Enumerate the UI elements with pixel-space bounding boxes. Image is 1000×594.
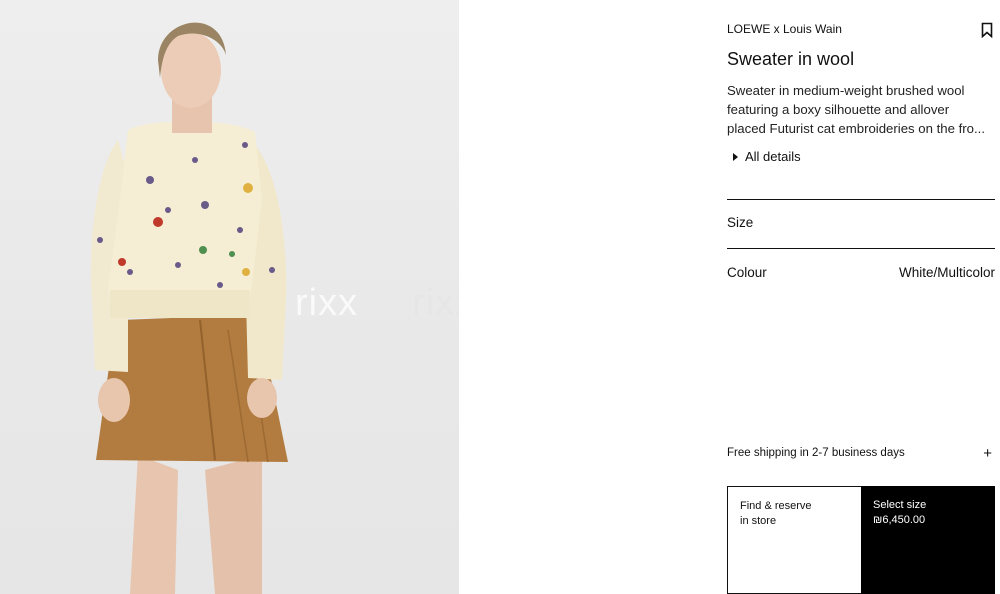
brand-label: LOEWE x Louis Wain (727, 22, 842, 36)
model-illustration (90, 22, 288, 594)
find-reserve-line1: Find & reserve (740, 500, 812, 512)
divider (727, 199, 995, 200)
all-details-toggle[interactable]: All details (733, 149, 801, 164)
watermark-text: rixx (295, 282, 359, 324)
select-size-button[interactable]: Select size ₪6,450.00 (861, 486, 995, 594)
plus-icon: + (983, 444, 992, 462)
description-line: Sweater in medium-weight brushed wool (727, 83, 965, 98)
cta-group: Find & reserve in store Select size ₪6,4… (727, 486, 995, 594)
size-label: Size (727, 215, 754, 230)
select-size-label: Select size (873, 499, 927, 511)
all-details-label: All details (745, 149, 801, 164)
divider (727, 248, 995, 249)
description-line: featuring a boxy silhouette and allover (727, 102, 950, 117)
watermark-text: rixx (412, 282, 459, 324)
colour-label: Colour (727, 265, 767, 280)
shipping-info-toggle[interactable]: Free shipping in 2-7 business days + (727, 444, 995, 462)
product-info-panel: LOEWE x Louis Wain Sweater in wool Sweat… (727, 0, 995, 594)
colour-value: White/Multicolor (898, 265, 995, 280)
price-label: ₪6,450.00 (873, 514, 926, 526)
description-line: placed Futurist cat embroideries on the … (727, 121, 986, 136)
shipping-label: Free shipping in 2-7 business days (727, 447, 905, 459)
bookmark-icon[interactable] (981, 22, 993, 38)
find-reserve-button[interactable]: Find & reserve in store (727, 486, 861, 594)
product-description: Sweater in medium-weight brushed wool fe… (727, 81, 995, 138)
product-title: Sweater in wool (727, 49, 855, 69)
product-image[interactable]: rixx rixx (0, 0, 459, 594)
colour-row: Colour White/Multicolor (727, 265, 995, 280)
find-reserve-line2: in store (740, 515, 777, 527)
caret-right-icon (733, 152, 738, 161)
size-selector[interactable]: Size (727, 215, 995, 230)
